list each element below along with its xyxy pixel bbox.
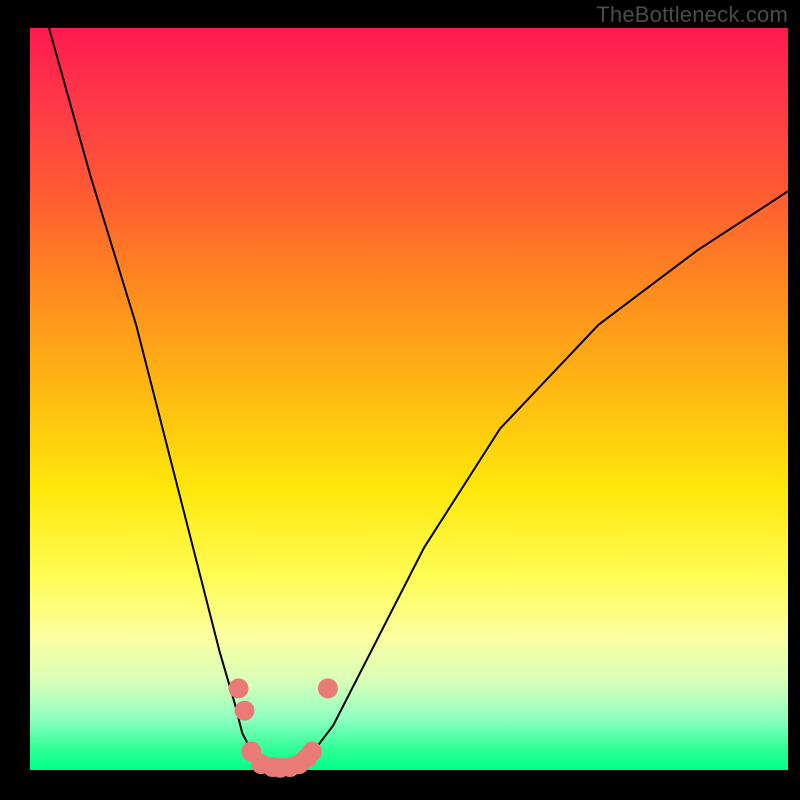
left-curve <box>49 28 280 770</box>
data-marker <box>302 742 322 762</box>
data-marker <box>318 678 338 698</box>
data-marker <box>229 678 249 698</box>
chart-frame: TheBottleneck.com <box>0 0 800 800</box>
marker-group <box>229 678 338 777</box>
chart-svg <box>0 0 800 800</box>
data-marker <box>235 701 255 721</box>
right-curve <box>280 191 788 770</box>
